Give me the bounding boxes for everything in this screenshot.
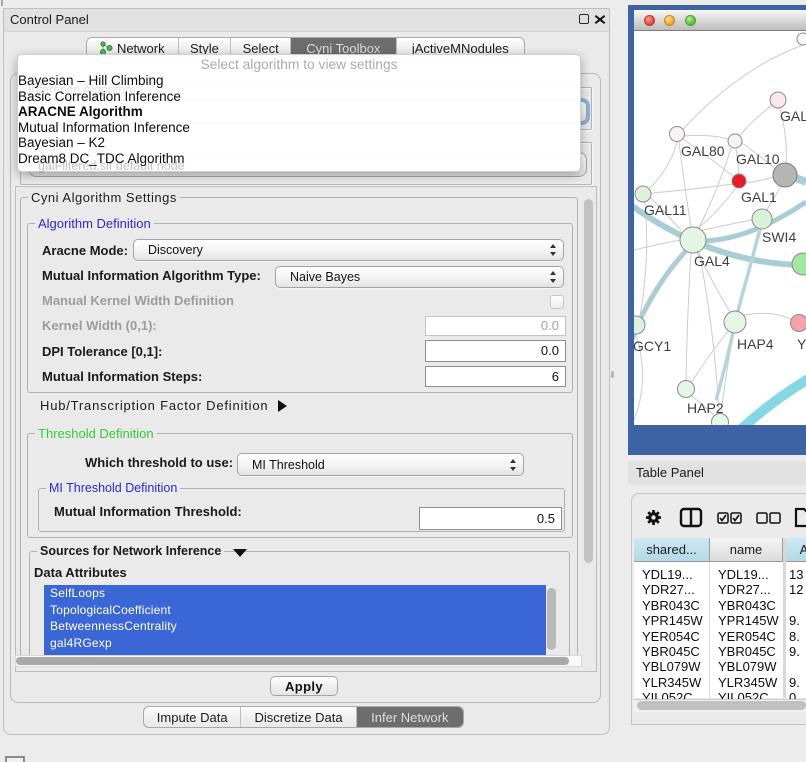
svg-text:HAP4: HAP4: [737, 336, 774, 352]
svg-text:HAP2: HAP2: [687, 400, 724, 416]
svg-text:GAL4: GAL4: [694, 253, 730, 269]
svg-text:SWI4: SWI4: [762, 229, 796, 245]
svg-text:GAL10: GAL10: [736, 151, 780, 167]
svg-text:GAL11: GAL11: [644, 202, 687, 218]
svg-text:Y: Y: [797, 336, 806, 352]
svg-text:GCY1: GCY1: [634, 338, 671, 354]
svg-text:GAL1: GAL1: [741, 189, 777, 205]
svg-text:GAL80: GAL80: [681, 143, 725, 159]
svg-text:GAL8: GAL8: [780, 108, 806, 124]
